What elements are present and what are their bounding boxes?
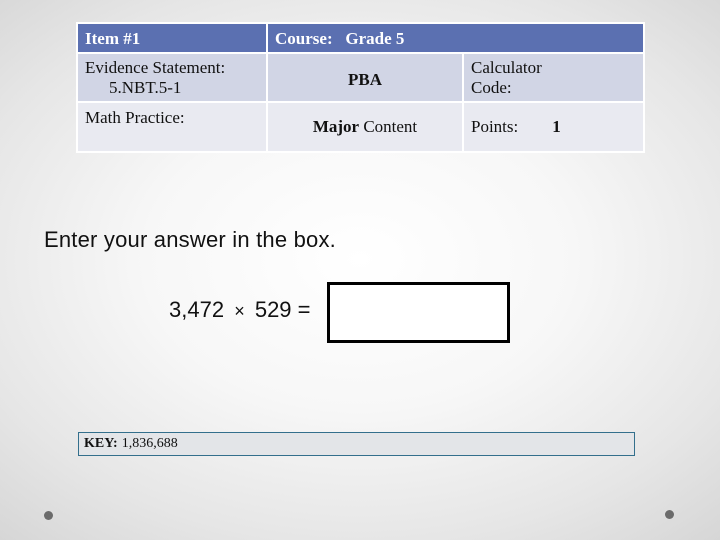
evidence-statement-value: 5.NBT.5-1 xyxy=(109,78,182,97)
practice-row: Math Practice: Major Content Points: 1 xyxy=(78,103,643,151)
evidence-row: Evidence Statement: 5.NBT.5-1 PBA Calcul… xyxy=(78,54,643,101)
content-type-rest: Content xyxy=(359,117,418,136)
item-info-table: Item #1 Course: Grade 5 Evidence Stateme… xyxy=(76,22,645,153)
points-value: 1 xyxy=(552,117,561,136)
equation: 3,472 × 529 = xyxy=(169,297,311,323)
content-type-cell: Major Content xyxy=(268,103,462,151)
item-number-cell: Item #1 xyxy=(78,24,266,52)
left-operand: 3,472 xyxy=(169,297,225,322)
equals-sign: = xyxy=(297,297,311,322)
bullet-dot-icon-left xyxy=(44,511,53,520)
course-cell: Course: Grade 5 xyxy=(268,24,643,52)
multiply-symbol: × xyxy=(234,301,245,321)
math-practice-cell: Math Practice: xyxy=(78,103,266,151)
header-row: Item #1 Course: Grade 5 xyxy=(78,24,643,52)
task-type-cell: PBA xyxy=(268,54,462,101)
key-value: 1,836,688 xyxy=(121,436,178,451)
right-operand: 529 xyxy=(254,297,292,322)
calculator-label-line1: Calculator xyxy=(471,58,542,77)
evidence-statement-cell: Evidence Statement: 5.NBT.5-1 xyxy=(78,54,266,101)
answer-key-box: KEY: 1,836,688 xyxy=(78,432,635,456)
question-prompt: Enter your answer in the box. xyxy=(44,227,336,252)
content-type-bold: Major xyxy=(312,117,360,136)
key-label: KEY: xyxy=(84,436,118,451)
calculator-code-cell: Calculator Code: xyxy=(464,54,643,101)
points-label: Points: xyxy=(471,117,519,136)
bullet-dot-icon-right xyxy=(665,510,674,519)
calculator-label-line2: Code: xyxy=(471,78,512,97)
evidence-statement-label: Evidence Statement: xyxy=(85,58,226,77)
points-cell: Points: 1 xyxy=(464,103,643,151)
answer-input[interactable] xyxy=(327,282,510,343)
